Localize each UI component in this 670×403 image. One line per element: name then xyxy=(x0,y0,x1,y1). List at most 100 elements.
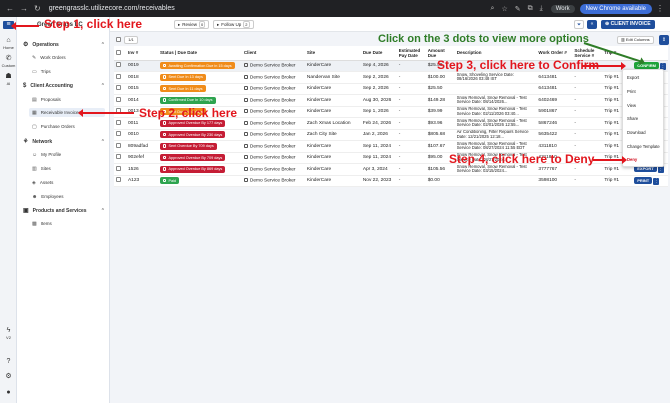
inv-number[interactable]: 0014 xyxy=(125,94,158,107)
site-cell[interactable]: KinderCare xyxy=(304,106,361,118)
site-cell[interactable]: Nandervan Site xyxy=(304,71,361,84)
sidebar-section-client-accounting[interactable]: $ Client Accounting ⌃ xyxy=(23,83,105,89)
client-cell[interactable]: Demo Service Broker xyxy=(241,83,305,95)
update-chrome-button[interactable]: New Chrome available xyxy=(579,3,652,14)
site-cell[interactable]: KinderCare xyxy=(304,152,361,164)
col-client[interactable]: Client xyxy=(241,46,305,61)
back-icon[interactable]: ← xyxy=(6,4,14,13)
inv-number[interactable]: 1526 xyxy=(125,163,158,176)
menu-item-change-template[interactable]: Change Template xyxy=(627,144,660,149)
forward-icon[interactable]: → xyxy=(20,4,28,13)
rail-home[interactable]: ⌂ Home xyxy=(0,37,17,50)
client-cell[interactable]: Demo Service Broker xyxy=(241,60,305,72)
row-checkbox[interactable] xyxy=(116,131,121,137)
inv-number[interactable]: 0018 xyxy=(125,71,158,84)
select-all-checkbox[interactable] xyxy=(116,37,121,42)
print-button[interactable]: PRINT xyxy=(634,176,653,184)
sidebar-item-trips[interactable]: ▭ Trips xyxy=(29,67,105,76)
work-order-cell[interactable]: 6413481 xyxy=(536,83,573,95)
work-order-cell[interactable]: 6413481 xyxy=(536,71,573,84)
browser-menu-icon[interactable]: ⋮ xyxy=(656,4,664,13)
sidebar-item-employees[interactable]: ☻ Employees xyxy=(29,192,105,201)
rail-custom[interactable]: ✆ Custom xyxy=(0,55,17,68)
sidebar-item-sites[interactable]: ▥ Sites xyxy=(29,164,105,173)
inv-number[interactable]: A123 xyxy=(125,175,158,187)
help-icon[interactable]: ? xyxy=(0,358,17,366)
sidebar-item-assets[interactable]: ◈ Assets xyxy=(29,178,105,187)
row-checkbox[interactable] xyxy=(116,177,121,183)
work-order-cell[interactable]: 5867246 xyxy=(536,117,573,130)
site-cell[interactable]: Zach Xmas Location xyxy=(304,117,361,130)
client-cell[interactable]: Demo Service Broker xyxy=(241,117,305,130)
client-cell[interactable]: Demo Service Broker xyxy=(241,71,305,84)
sidebar-item-items[interactable]: ▩ Items xyxy=(29,219,105,228)
table-row[interactable]: 0018 Sent Due In 13 days Demo Service Brok… xyxy=(114,71,668,84)
inv-number[interactable]: 0010 xyxy=(125,129,158,141)
client-cell[interactable]: Demo Service Broker xyxy=(241,152,305,164)
settings-icon[interactable]: ⚙ xyxy=(0,373,17,381)
extension-icon[interactable]: ✎ xyxy=(515,5,521,13)
site-cell[interactable]: KinderCare xyxy=(304,175,361,187)
col-due-date[interactable]: Due Date xyxy=(360,46,397,61)
col-status[interactable]: Status | Due Date xyxy=(157,46,242,61)
avatar[interactable]: ● xyxy=(0,389,17,397)
menu-item-share[interactable]: Share xyxy=(627,116,638,121)
client-cell[interactable]: Demo Service Broker xyxy=(241,106,305,118)
sidebar-section-operations[interactable]: ⚙ Operations ⌃ xyxy=(23,41,105,49)
col-site[interactable]: Site xyxy=(304,46,361,61)
puzzle-icon[interactable]: ⧉ xyxy=(528,5,533,13)
address-bar[interactable]: greengrasslc.utilizecore.com/receivables xyxy=(49,5,491,12)
table-row[interactable]: A123 Paid Demo Service Broker KinderCare Nov… xyxy=(114,175,668,187)
site-cell[interactable]: KinderCare xyxy=(304,94,361,107)
menu-item-download[interactable]: Download xyxy=(627,130,646,135)
sidebar-item-proposals[interactable]: ▤ Proposals xyxy=(29,95,105,104)
rail-ai[interactable]: ☗ AI xyxy=(0,73,17,86)
row-checkbox[interactable] xyxy=(116,85,121,91)
more-options-icon[interactable]: ⋮ xyxy=(657,166,664,174)
row-checkbox[interactable] xyxy=(116,142,121,148)
site-cell[interactable]: KinderCare xyxy=(304,60,361,72)
row-checkbox[interactable] xyxy=(116,154,121,160)
row-checkbox[interactable] xyxy=(116,96,121,102)
row-checkbox[interactable] xyxy=(116,73,121,79)
col-est-pay-date[interactable]: Estimated Pay Date xyxy=(396,46,426,61)
row-checkbox[interactable] xyxy=(116,165,121,171)
client-cell[interactable]: Demo Service Broker xyxy=(241,175,305,187)
more-options-icon[interactable]: ⋮ xyxy=(653,177,660,185)
work-order-cell[interactable]: 5901867 xyxy=(536,106,573,118)
sidebar-section-network[interactable]: ⚘ Network ⌃ xyxy=(23,138,105,146)
header-checkbox[interactable] xyxy=(116,49,121,55)
bookmark-star-icon[interactable]: ☆ xyxy=(501,5,507,13)
confirm-button[interactable]: CONFIRM xyxy=(634,61,659,69)
client-cell[interactable]: Demo Service Broker xyxy=(241,163,305,176)
review-button[interactable]: ▸ Review 0 xyxy=(174,20,210,29)
row-checkbox[interactable] xyxy=(116,62,121,68)
trip-cell[interactable]: Trip #1 xyxy=(602,175,633,187)
sidebar-item-my-profile[interactable]: ☺ My Profile xyxy=(29,150,105,159)
table-row[interactable]: 0014 Confirmed Due In 10 days Demo Service… xyxy=(114,94,668,107)
client-cell[interactable]: Demo Service Broker xyxy=(241,94,305,107)
work-order-cell[interactable]: 3598100 xyxy=(536,175,573,187)
work-order-cell[interactable]: 5635422 xyxy=(536,129,573,141)
reload-icon[interactable]: ↻ xyxy=(34,4,41,13)
follow-up-button[interactable]: ▸ Follow Up 2 xyxy=(213,20,254,29)
site-cell[interactable]: Zach City Site xyxy=(304,129,361,141)
inv-number[interactable]: 0015 xyxy=(125,83,158,95)
menu-item-deny[interactable]: Deny xyxy=(627,157,637,162)
sort-icon[interactable]: ⇕ xyxy=(659,35,669,45)
row-checkbox[interactable] xyxy=(116,119,121,125)
menu-item-print[interactable]: Print xyxy=(627,89,636,94)
table-row[interactable]: 0010 Approved Overdue By 230 days Demo Ser… xyxy=(114,129,668,141)
table-row[interactable]: 809adfad Sent Overdue By 709 days Demo Ser… xyxy=(114,140,668,153)
site-cell[interactable]: KinderCare xyxy=(304,140,361,153)
client-invoice-button[interactable]: ⊕ CLIENT INVOICE xyxy=(601,20,655,29)
work-order-cell[interactable]: 6402469 xyxy=(536,94,573,107)
site-cell[interactable]: KinderCare xyxy=(304,83,361,95)
menu-item-export[interactable]: Export xyxy=(627,75,639,80)
collapse-icon[interactable]: « xyxy=(587,20,597,29)
inv-number[interactable]: 902efef xyxy=(125,152,158,164)
work-order-cell[interactable]: 4311810 xyxy=(536,140,573,153)
client-cell[interactable]: Demo Service Broker xyxy=(241,129,305,141)
col-inv[interactable]: Inv # xyxy=(125,46,158,61)
table-row[interactable]: 0015 Sent Due In 11 days Demo Service Brok… xyxy=(114,83,668,95)
